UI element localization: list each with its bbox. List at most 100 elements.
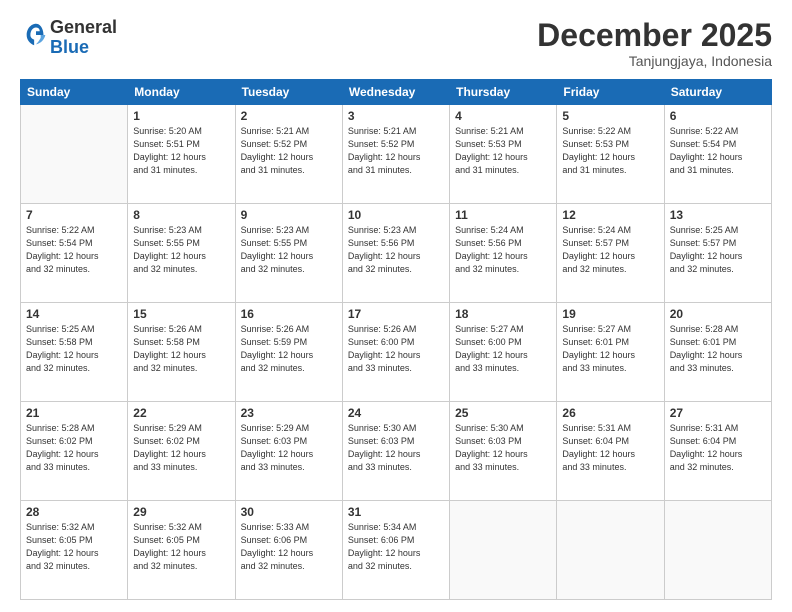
day-number: 19 bbox=[562, 307, 658, 321]
calendar-cell: 29Sunrise: 5:32 AM Sunset: 6:05 PM Dayli… bbox=[128, 501, 235, 600]
day-info: Sunrise: 5:33 AM Sunset: 6:06 PM Dayligh… bbox=[241, 521, 337, 573]
calendar-weekday-saturday: Saturday bbox=[664, 80, 771, 105]
calendar-cell: 17 Sunrise: 5:26 AM Sunset: 6:00 PM Dayli… bbox=[342, 303, 449, 402]
month-title: December 2025 bbox=[537, 18, 772, 53]
calendar-weekday-monday: Monday bbox=[128, 80, 235, 105]
day-number: 17 bbox=[348, 307, 444, 321]
day-info: Sunrise: 5:24 AM Sunset: 5:56 PM Dayligh… bbox=[455, 224, 551, 276]
calendar-cell: 12Sunrise: 5:24 AM Sunset: 5:57 PM Dayli… bbox=[557, 204, 664, 303]
calendar-cell: 20 Sunrise: 5:28 AM Sunset: 6:01 PM Dayli… bbox=[664, 303, 771, 402]
calendar-week-row: 21Sunrise: 5:28 AM Sunset: 6:02 PM Dayli… bbox=[21, 402, 772, 501]
calendar-cell: 4Sunrise: 5:21 AM Sunset: 5:53 PM Daylig… bbox=[450, 105, 557, 204]
day-info: Sunrise: 5:26 AM Sunset: 5:59 PM Dayligh… bbox=[241, 323, 337, 375]
calendar-cell bbox=[664, 501, 771, 600]
day-info: Sunrise: 5:31 AM Sunset: 6:04 PM Dayligh… bbox=[562, 422, 658, 474]
day-info: Sunrise: 5:27 AM Sunset: 6:01 PM Dayligh… bbox=[562, 323, 658, 375]
day-info: Sunrise: 5:23 AM Sunset: 5:56 PM Dayligh… bbox=[348, 224, 444, 276]
day-number: 23 bbox=[241, 406, 337, 420]
calendar-header-row: SundayMondayTuesdayWednesdayThursdayFrid… bbox=[21, 80, 772, 105]
day-number: 29 bbox=[133, 505, 229, 519]
calendar-cell: 2 Sunrise: 5:21 AM Sunset: 5:52 PM Daylig… bbox=[235, 105, 342, 204]
day-number: 1 bbox=[133, 109, 229, 123]
day-number: 30 bbox=[241, 505, 337, 519]
day-number: 9 bbox=[241, 208, 337, 222]
day-info: Sunrise: 5:25 AM Sunset: 5:58 PM Dayligh… bbox=[26, 323, 122, 375]
day-number: 24 bbox=[348, 406, 444, 420]
calendar-cell bbox=[557, 501, 664, 600]
day-number: 2 bbox=[241, 109, 337, 123]
calendar-cell: 10 Sunrise: 5:23 AM Sunset: 5:56 PM Dayli… bbox=[342, 204, 449, 303]
calendar-week-row: 7 Sunrise: 5:22 AM Sunset: 5:54 PM Daylig… bbox=[21, 204, 772, 303]
day-info: Sunrise: 5:28 AM Sunset: 6:02 PM Dayligh… bbox=[26, 422, 122, 474]
day-info: Sunrise: 5:32 AM Sunset: 6:05 PM Dayligh… bbox=[26, 521, 122, 573]
calendar-cell: 30 Sunrise: 5:33 AM Sunset: 6:06 PM Dayli… bbox=[235, 501, 342, 600]
calendar-cell: 14 Sunrise: 5:25 AM Sunset: 5:58 PM Dayli… bbox=[21, 303, 128, 402]
calendar-cell: 15Sunrise: 5:26 AM Sunset: 5:58 PM Dayli… bbox=[128, 303, 235, 402]
calendar-cell: 3 Sunrise: 5:21 AM Sunset: 5:52 PM Daylig… bbox=[342, 105, 449, 204]
location: Tanjungjaya, Indonesia bbox=[537, 53, 772, 69]
day-number: 28 bbox=[26, 505, 122, 519]
day-info: Sunrise: 5:27 AM Sunset: 6:00 PM Dayligh… bbox=[455, 323, 551, 375]
calendar-cell: 19 Sunrise: 5:27 AM Sunset: 6:01 PM Dayli… bbox=[557, 303, 664, 402]
day-number: 26 bbox=[562, 406, 658, 420]
day-info: Sunrise: 5:26 AM Sunset: 6:00 PM Dayligh… bbox=[348, 323, 444, 375]
day-info: Sunrise: 5:21 AM Sunset: 5:53 PM Dayligh… bbox=[455, 125, 551, 177]
day-number: 31 bbox=[348, 505, 444, 519]
logo-blue: Blue bbox=[50, 37, 89, 57]
day-info: Sunrise: 5:22 AM Sunset: 5:54 PM Dayligh… bbox=[26, 224, 122, 276]
calendar-cell: 9 Sunrise: 5:23 AM Sunset: 5:55 PM Daylig… bbox=[235, 204, 342, 303]
calendar-cell: 11 Sunrise: 5:24 AM Sunset: 5:56 PM Dayli… bbox=[450, 204, 557, 303]
calendar-cell: 23 Sunrise: 5:29 AM Sunset: 6:03 PM Dayli… bbox=[235, 402, 342, 501]
calendar-week-row: 14 Sunrise: 5:25 AM Sunset: 5:58 PM Dayli… bbox=[21, 303, 772, 402]
calendar-cell: 27Sunrise: 5:31 AM Sunset: 6:04 PM Dayli… bbox=[664, 402, 771, 501]
header: General Blue December 2025 Tanjungjaya, … bbox=[20, 18, 772, 69]
calendar-cell: 28 Sunrise: 5:32 AM Sunset: 6:05 PM Dayli… bbox=[21, 501, 128, 600]
calendar-cell: 22Sunrise: 5:29 AM Sunset: 6:02 PM Dayli… bbox=[128, 402, 235, 501]
day-number: 27 bbox=[670, 406, 766, 420]
day-info: Sunrise: 5:22 AM Sunset: 5:54 PM Dayligh… bbox=[670, 125, 766, 177]
day-info: Sunrise: 5:23 AM Sunset: 5:55 PM Dayligh… bbox=[241, 224, 337, 276]
day-info: Sunrise: 5:22 AM Sunset: 5:53 PM Dayligh… bbox=[562, 125, 658, 177]
day-number: 20 bbox=[670, 307, 766, 321]
logo: General Blue bbox=[20, 18, 117, 58]
day-number: 8 bbox=[133, 208, 229, 222]
day-number: 16 bbox=[241, 307, 337, 321]
day-number: 14 bbox=[26, 307, 122, 321]
calendar-weekday-wednesday: Wednesday bbox=[342, 80, 449, 105]
calendar-weekday-sunday: Sunday bbox=[21, 80, 128, 105]
day-info: Sunrise: 5:29 AM Sunset: 6:02 PM Dayligh… bbox=[133, 422, 229, 474]
title-block: December 2025 Tanjungjaya, Indonesia bbox=[537, 18, 772, 69]
calendar-cell: 18 Sunrise: 5:27 AM Sunset: 6:00 PM Dayli… bbox=[450, 303, 557, 402]
day-number: 13 bbox=[670, 208, 766, 222]
logo-text: General Blue bbox=[50, 18, 117, 58]
day-number: 18 bbox=[455, 307, 551, 321]
day-number: 25 bbox=[455, 406, 551, 420]
day-info: Sunrise: 5:21 AM Sunset: 5:52 PM Dayligh… bbox=[348, 125, 444, 177]
calendar-cell: 31Sunrise: 5:34 AM Sunset: 6:06 PM Dayli… bbox=[342, 501, 449, 600]
day-info: Sunrise: 5:30 AM Sunset: 6:03 PM Dayligh… bbox=[455, 422, 551, 474]
day-number: 12 bbox=[562, 208, 658, 222]
calendar-cell: 24 Sunrise: 5:30 AM Sunset: 6:03 PM Dayli… bbox=[342, 402, 449, 501]
calendar-cell: 1 Sunrise: 5:20 AM Sunset: 5:51 PM Daylig… bbox=[128, 105, 235, 204]
calendar-cell bbox=[21, 105, 128, 204]
calendar-cell: 16 Sunrise: 5:26 AM Sunset: 5:59 PM Dayli… bbox=[235, 303, 342, 402]
logo-icon bbox=[22, 21, 50, 49]
day-info: Sunrise: 5:21 AM Sunset: 5:52 PM Dayligh… bbox=[241, 125, 337, 177]
day-info: Sunrise: 5:20 AM Sunset: 5:51 PM Dayligh… bbox=[133, 125, 229, 177]
day-info: Sunrise: 5:26 AM Sunset: 5:58 PM Dayligh… bbox=[133, 323, 229, 375]
calendar-weekday-tuesday: Tuesday bbox=[235, 80, 342, 105]
calendar-table: SundayMondayTuesdayWednesdayThursdayFrid… bbox=[20, 79, 772, 600]
day-info: Sunrise: 5:28 AM Sunset: 6:01 PM Dayligh… bbox=[670, 323, 766, 375]
day-number: 10 bbox=[348, 208, 444, 222]
day-number: 3 bbox=[348, 109, 444, 123]
calendar-cell: 6Sunrise: 5:22 AM Sunset: 5:54 PM Daylig… bbox=[664, 105, 771, 204]
day-info: Sunrise: 5:30 AM Sunset: 6:03 PM Dayligh… bbox=[348, 422, 444, 474]
page: General Blue December 2025 Tanjungjaya, … bbox=[0, 0, 792, 612]
day-info: Sunrise: 5:29 AM Sunset: 6:03 PM Dayligh… bbox=[241, 422, 337, 474]
day-info: Sunrise: 5:25 AM Sunset: 5:57 PM Dayligh… bbox=[670, 224, 766, 276]
calendar-cell: 26 Sunrise: 5:31 AM Sunset: 6:04 PM Dayli… bbox=[557, 402, 664, 501]
calendar-cell: 25 Sunrise: 5:30 AM Sunset: 6:03 PM Dayli… bbox=[450, 402, 557, 501]
day-number: 11 bbox=[455, 208, 551, 222]
day-number: 7 bbox=[26, 208, 122, 222]
logo-general: General bbox=[50, 17, 117, 37]
